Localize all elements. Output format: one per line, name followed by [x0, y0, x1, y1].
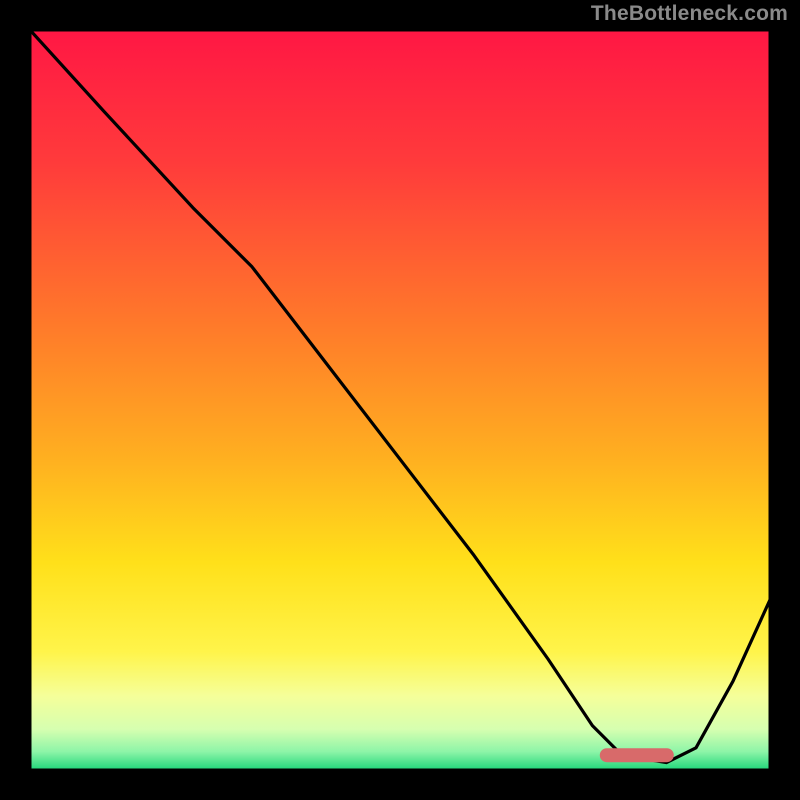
chart-container: TheBottleneck.com	[0, 0, 800, 800]
gradient-background	[30, 30, 770, 770]
attribution-label: TheBottleneck.com	[591, 2, 788, 26]
optimal-range-marker	[600, 748, 674, 762]
plot-area	[30, 30, 770, 770]
chart-svg	[30, 30, 770, 770]
